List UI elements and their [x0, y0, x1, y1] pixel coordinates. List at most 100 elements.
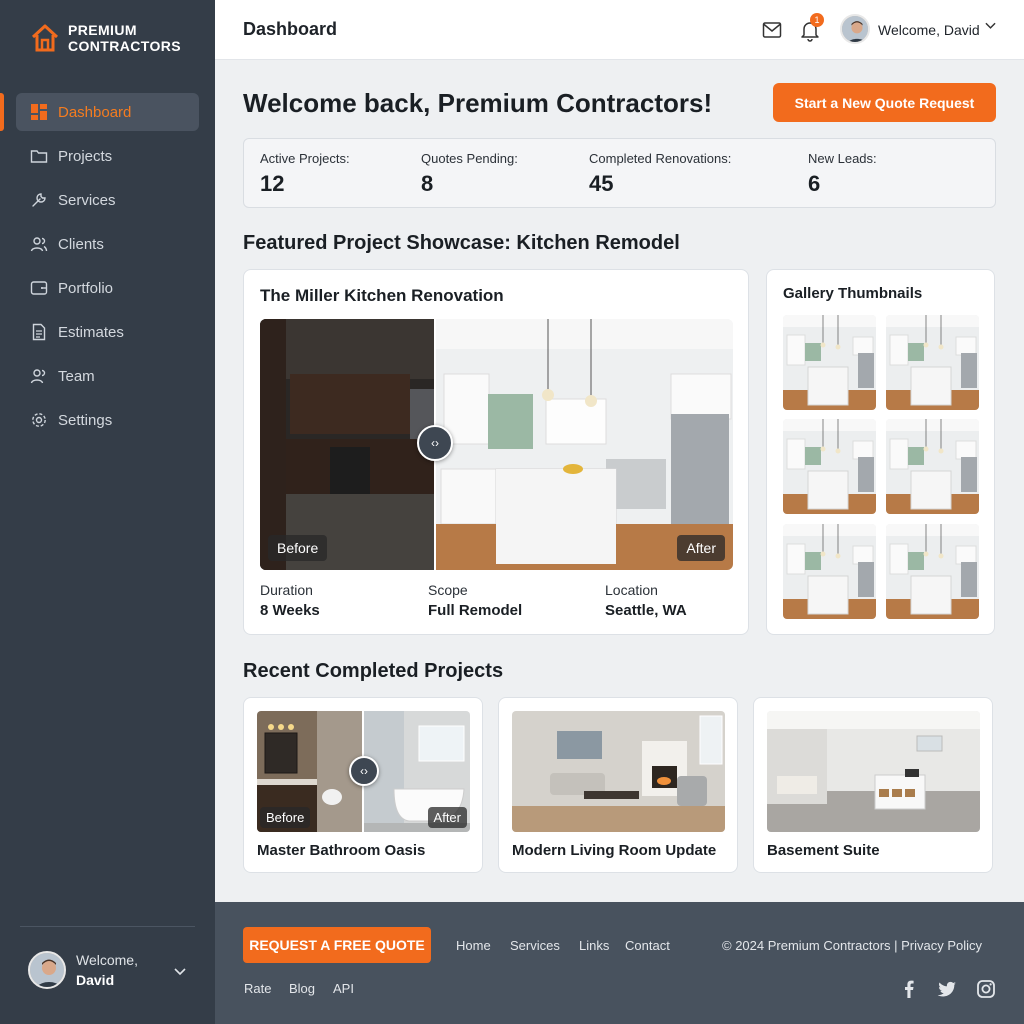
before-kitchen-image [260, 319, 434, 570]
chevron-down-icon[interactable] [174, 965, 186, 979]
top-avatar[interactable] [840, 14, 870, 44]
team-icon [30, 369, 46, 384]
sidebar-item-label: Dashboard [58, 103, 132, 121]
person-avatar-icon [30, 953, 64, 987]
new-quote-button[interactable]: Start a New Quote Request [773, 83, 996, 122]
stat-quotes-pending: Quotes Pending: 8 [421, 151, 518, 197]
after-kitchen-image [436, 319, 733, 570]
gallery-title: Gallery Thumbnails [783, 285, 923, 302]
footer: REQUEST A FREE QUOTE Home Services Links… [215, 902, 1024, 1024]
sidebar-item-dashboard[interactable]: Dashboard [16, 93, 199, 131]
brand-logo[interactable]: PREMIUM CONTRACTORS [30, 22, 181, 54]
gallery-thumbnail[interactable] [886, 524, 979, 619]
stat-label: Quotes Pending: [421, 151, 518, 166]
kitchen-thumbnail-image [886, 419, 979, 514]
gallery-thumbnail[interactable] [886, 315, 979, 410]
recent-heading: Recent Completed Projects [243, 660, 504, 682]
kitchen-thumbnail-image [886, 524, 979, 619]
meta-label-duration: Duration [260, 582, 313, 598]
footer-link-api[interactable]: API [333, 981, 354, 996]
brand-name: PREMIUM CONTRACTORS [68, 22, 181, 54]
gallery-card: Gallery Thumbnails [766, 269, 995, 635]
before-after-comparison[interactable]: ‹› Before After [260, 319, 733, 570]
stat-value: 8 [421, 171, 434, 196]
stat-new-leads: New Leads: 6 [808, 151, 877, 197]
featured-project-card: The Miller Kitchen Renovation ‹› Before … [243, 269, 749, 635]
top-welcome-text[interactable]: Welcome, David [878, 22, 980, 38]
basement-image [767, 711, 980, 832]
recent-project-card[interactable]: ‹› Before After Master Bathroom Oasis [243, 697, 483, 873]
sidebar-item-services[interactable]: Services [16, 181, 199, 219]
portfolio-icon [30, 281, 48, 295]
sidebar-user-text: Welcome, David [76, 950, 138, 990]
stat-value: 12 [260, 171, 285, 196]
gallery-thumbnail[interactable] [783, 315, 876, 410]
wrench-icon [32, 193, 46, 207]
page-title: Dashboard [243, 19, 338, 39]
avatar [28, 951, 66, 989]
free-quote-button[interactable]: REQUEST A FREE QUOTE [243, 927, 431, 963]
gallery-thumbnail[interactable] [886, 419, 979, 514]
footer-link-rate[interactable]: Rate [244, 981, 271, 996]
footer-link-contact[interactable]: Contact [625, 938, 670, 953]
before-tag: Before [260, 807, 311, 828]
sidebar-item-team[interactable]: Team [16, 357, 199, 395]
stat-value: 45 [589, 171, 614, 196]
brand-line-2: CONTRACTORS [68, 38, 182, 54]
sidebar-user-greeting: Welcome, [76, 952, 138, 968]
recent-project-card[interactable]: Modern Living Room Update [498, 697, 738, 873]
footer-link-services[interactable]: Services [510, 938, 560, 953]
sidebar-item-label: Estimates [58, 323, 124, 341]
sidebar-item-settings[interactable]: Settings [16, 401, 199, 439]
meta-value-location: Seattle, WA [605, 602, 687, 619]
featured-project-title: The Miller Kitchen Renovation [260, 286, 504, 305]
comparison-slider-handle[interactable]: ‹› [417, 425, 453, 461]
footer-link-home[interactable]: Home [456, 938, 491, 953]
dashboard-icon [31, 104, 47, 120]
person-avatar-icon [842, 16, 868, 42]
stats-bar: Active Projects: 12 Quotes Pending: 8 Co… [243, 138, 996, 208]
sidebar-item-projects[interactable]: Projects [16, 137, 199, 175]
gallery-thumbnail[interactable] [783, 524, 876, 619]
featured-heading: Featured Project Showcase: Kitchen Remod… [243, 232, 680, 254]
mail-icon[interactable] [762, 21, 782, 39]
sidebar-user-name: David [76, 972, 115, 988]
sidebar-item-label: Settings [58, 411, 113, 429]
chevron-down-icon[interactable] [985, 22, 996, 30]
sidebar-item-clients[interactable]: Clients [16, 225, 199, 263]
stat-label: New Leads: [808, 151, 877, 166]
living-room-image [512, 711, 725, 832]
sidebar-item-label: Projects [58, 147, 113, 165]
gallery-thumbnail[interactable] [783, 419, 876, 514]
house-logo-icon [31, 24, 59, 52]
gear-icon [32, 413, 46, 427]
meta-label-scope: Scope [428, 582, 468, 598]
sidebar-divider [20, 926, 195, 927]
bathroom-comparison[interactable]: ‹› Before After [257, 711, 470, 832]
stat-active-projects: Active Projects: 12 [260, 151, 350, 197]
instagram-icon[interactable] [976, 979, 996, 999]
comparison-slider-handle[interactable]: ‹› [349, 756, 379, 786]
folder-icon [30, 150, 48, 163]
meta-label-location: Location [605, 582, 658, 598]
meta-value-duration: 8 Weeks [260, 602, 320, 619]
after-tag: After [427, 807, 467, 828]
notification-badge: 1 [810, 13, 824, 27]
sidebar: PREMIUM CONTRACTORS Dashboard Projects S… [0, 0, 215, 1024]
kitchen-thumbnail-image [783, 419, 876, 514]
sidebar-item-label: Services [58, 191, 116, 209]
sidebar-item-portfolio[interactable]: Portfolio [16, 269, 199, 307]
sidebar-user-menu[interactable]: Welcome, David [28, 950, 138, 990]
welcome-heading: Welcome back, Premium Contractors! [243, 88, 713, 118]
sidebar-item-estimates[interactable]: Estimates [16, 313, 199, 351]
recent-project-card[interactable]: Basement Suite [753, 697, 993, 873]
footer-link-blog[interactable]: Blog [289, 981, 315, 996]
sidebar-item-label: Clients [58, 235, 104, 253]
meta-value-scope: Full Remodel [428, 602, 523, 619]
sidebar-item-label: Portfolio [58, 279, 114, 297]
twitter-icon[interactable] [937, 979, 957, 999]
project-name: Master Bathroom Oasis [257, 842, 426, 859]
facebook-icon[interactable] [899, 979, 919, 999]
after-tag: After [677, 535, 725, 561]
footer-link-links[interactable]: Links [579, 938, 609, 953]
